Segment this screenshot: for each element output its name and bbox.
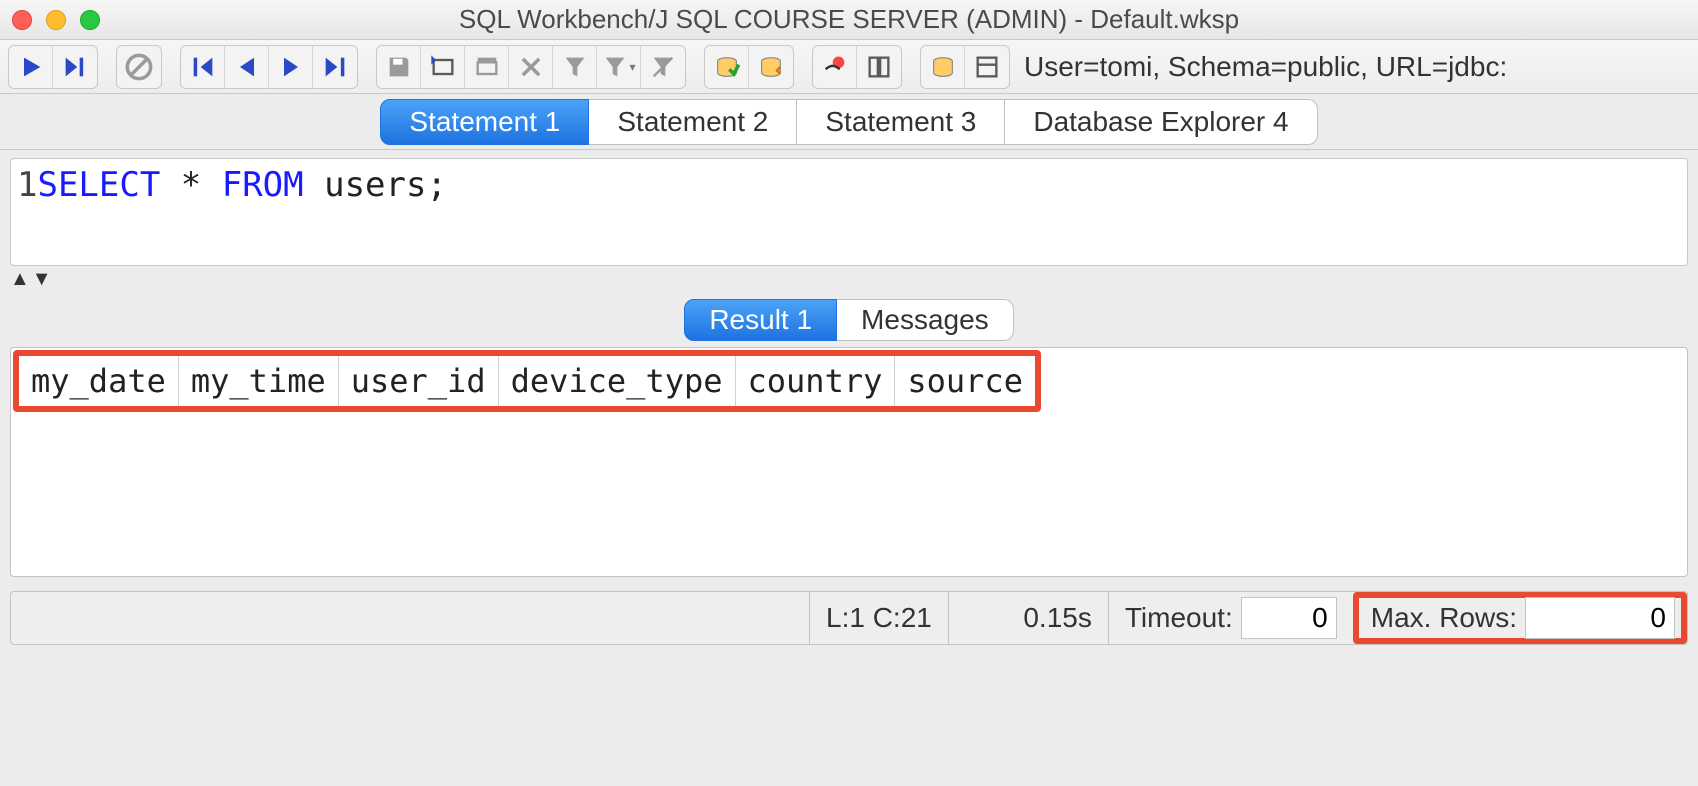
insert-row-button[interactable]	[421, 45, 465, 89]
result-area: Result 1 Messages my_date my_time user_i…	[10, 297, 1688, 577]
copy-row-button[interactable]	[465, 45, 509, 89]
save-button[interactable]	[377, 45, 421, 89]
execute-group	[8, 45, 98, 89]
timeout-label: Timeout:	[1125, 602, 1233, 634]
window-title: SQL Workbench/J SQL COURSE SERVER (ADMIN…	[0, 4, 1698, 35]
tools-group	[920, 45, 1010, 89]
sql-token-star: *	[160, 165, 221, 205]
execute-to-cursor-button[interactable]	[53, 45, 97, 89]
tab-result-1[interactable]: Result 1	[684, 299, 837, 341]
status-bar: L:1 C:21 0.15s Timeout: Max. Rows:	[10, 591, 1688, 645]
execute-button[interactable]	[9, 45, 53, 89]
filter-button[interactable]	[553, 45, 597, 89]
tab-statement-2[interactable]: Statement 2	[589, 99, 797, 145]
cursor-position: L:1 C:21	[809, 592, 948, 644]
delete-row-button[interactable]	[509, 45, 553, 89]
ignore-errors-button[interactable]	[813, 45, 857, 89]
sql-keyword-from: FROM	[222, 165, 304, 205]
maxrows-label: Max. Rows:	[1371, 602, 1517, 634]
timeout-cell: Timeout:	[1108, 592, 1353, 644]
status-message	[11, 592, 809, 644]
result-body-empty	[11, 414, 1687, 576]
tab-statement-3[interactable]: Statement 3	[797, 99, 1005, 145]
result-columns-highlight: my_date my_time user_id device_type coun…	[13, 350, 1041, 412]
column-header[interactable]: user_id	[339, 356, 499, 406]
splitter-handle[interactable]: ▲▼	[0, 266, 1698, 293]
toolbar: ▾ User=tomi, Schema=public, URL=jdbc:	[0, 40, 1698, 94]
sql-token-rest: users;	[304, 165, 447, 205]
tab-statement-1[interactable]: Statement 1	[380, 99, 589, 145]
filter-dropdown-button[interactable]: ▾	[597, 45, 641, 89]
tab-messages[interactable]: Messages	[837, 299, 1014, 341]
prev-button[interactable]	[225, 45, 269, 89]
sql-editor[interactable]: 1SELECT * FROM users;	[10, 158, 1688, 266]
column-header[interactable]: country	[736, 356, 896, 406]
title-bar: SQL Workbench/J SQL COURSE SERVER (ADMIN…	[0, 0, 1698, 40]
transaction-group	[704, 45, 794, 89]
statement-tabs: Statement 1 Statement 2 Statement 3 Data…	[0, 94, 1698, 150]
tab-database-explorer[interactable]: Database Explorer 4	[1005, 99, 1317, 145]
rollback-button[interactable]	[749, 45, 793, 89]
execution-time: 0.15s	[948, 592, 1108, 644]
next-button[interactable]	[269, 45, 313, 89]
stop-group	[116, 45, 162, 89]
show-objectlist-button[interactable]	[965, 45, 1009, 89]
misc-group	[812, 45, 902, 89]
timeout-input[interactable]	[1241, 597, 1337, 639]
clear-filter-button[interactable]	[641, 45, 685, 89]
nav-group	[180, 45, 358, 89]
column-header[interactable]: my_date	[19, 356, 179, 406]
stop-button[interactable]	[117, 45, 161, 89]
result-panel: my_date my_time user_id device_type coun…	[10, 347, 1688, 577]
append-results-button[interactable]	[857, 45, 901, 89]
connection-info: User=tomi, Schema=public, URL=jdbc:	[1024, 51, 1507, 83]
column-header[interactable]: device_type	[499, 356, 736, 406]
edit-group: ▾	[376, 45, 686, 89]
column-header[interactable]: my_time	[179, 356, 339, 406]
maxrows-highlight: Max. Rows:	[1353, 592, 1687, 644]
show-dbexplorer-button[interactable]	[921, 45, 965, 89]
first-button[interactable]	[181, 45, 225, 89]
last-button[interactable]	[313, 45, 357, 89]
line-number: 1	[17, 165, 37, 205]
column-header[interactable]: source	[895, 356, 1035, 406]
maxrows-input[interactable]	[1525, 597, 1675, 639]
sql-keyword-select: SELECT	[37, 165, 160, 205]
result-tabs: Result 1 Messages	[10, 297, 1688, 343]
commit-button[interactable]	[705, 45, 749, 89]
